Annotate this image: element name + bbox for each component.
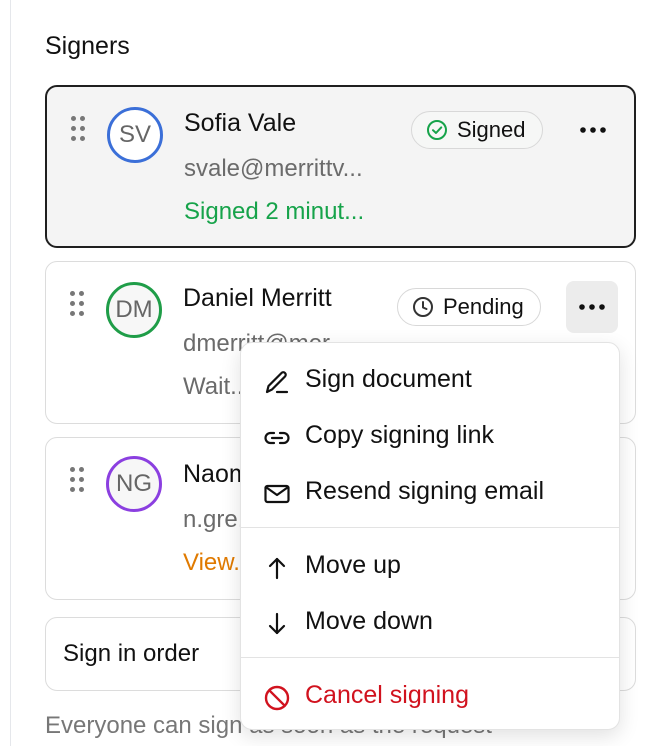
avatar: DM bbox=[106, 282, 162, 338]
menu-item-label: Resend signing email bbox=[305, 477, 545, 505]
menu-item-label: Cancel signing bbox=[305, 681, 469, 709]
menu-item-cancel-signing[interactable]: Cancel signing bbox=[241, 671, 619, 719]
menu-item-move-up[interactable]: Move up bbox=[241, 541, 619, 589]
avatar-initials: NG bbox=[116, 470, 152, 497]
mail-icon bbox=[264, 484, 290, 504]
menu-item-copy-signing-link[interactable]: Copy signing link bbox=[241, 411, 619, 459]
status-badge: Pending bbox=[397, 288, 541, 326]
avatar-initials: SV bbox=[118, 121, 151, 148]
menu-item-label: Move up bbox=[305, 551, 401, 579]
check-circle-icon bbox=[427, 120, 447, 140]
badge-label: Signed bbox=[457, 117, 526, 142]
more-options-button[interactable] bbox=[567, 104, 619, 156]
menu-item-sign-document[interactable]: Sign document bbox=[241, 355, 619, 403]
clock-icon bbox=[413, 297, 433, 317]
ban-icon bbox=[264, 685, 290, 711]
signer-card[interactable]: SV Sofia Vale svale@merrittv... Signed 2… bbox=[45, 85, 636, 248]
menu-divider bbox=[241, 527, 619, 528]
section-title: Signers bbox=[45, 32, 130, 60]
menu-item-label: Sign document bbox=[305, 365, 472, 393]
link-icon bbox=[264, 431, 290, 445]
more-options-button[interactable] bbox=[566, 281, 618, 333]
drag-handle-icon[interactable] bbox=[71, 116, 87, 142]
sign-in-order-label: Sign in order bbox=[63, 640, 200, 667]
menu-item-move-down[interactable]: Move down bbox=[241, 597, 619, 645]
ellipsis-icon bbox=[579, 304, 605, 310]
drag-handle-icon[interactable] bbox=[70, 291, 86, 317]
menu-item-label: Move down bbox=[305, 607, 433, 635]
ellipsis-icon bbox=[580, 127, 606, 133]
menu-divider bbox=[241, 657, 619, 658]
signer-name: Sofia Vale bbox=[184, 109, 297, 137]
signer-name: Daniel Merritt bbox=[183, 284, 332, 312]
drag-handle-icon[interactable] bbox=[70, 467, 86, 493]
signer-actions-menu: Sign document Copy signing link Resend s… bbox=[240, 342, 620, 730]
badge-label: Pending bbox=[443, 294, 524, 319]
avatar: SV bbox=[107, 107, 163, 163]
status-badge: Signed bbox=[411, 111, 543, 149]
menu-item-label: Copy signing link bbox=[305, 421, 494, 449]
menu-item-resend-signing-email[interactable]: Resend signing email bbox=[241, 467, 619, 515]
avatar-initials: DM bbox=[115, 296, 153, 323]
pencil-icon bbox=[265, 371, 289, 394]
signer-status: Signed 2 minut... bbox=[184, 198, 365, 225]
arrow-down-icon bbox=[268, 612, 286, 635]
avatar: NG bbox=[106, 456, 162, 512]
signer-email: svale@merrittv... bbox=[184, 155, 363, 182]
arrow-up-icon bbox=[268, 557, 286, 580]
panel-divider bbox=[10, 0, 11, 746]
